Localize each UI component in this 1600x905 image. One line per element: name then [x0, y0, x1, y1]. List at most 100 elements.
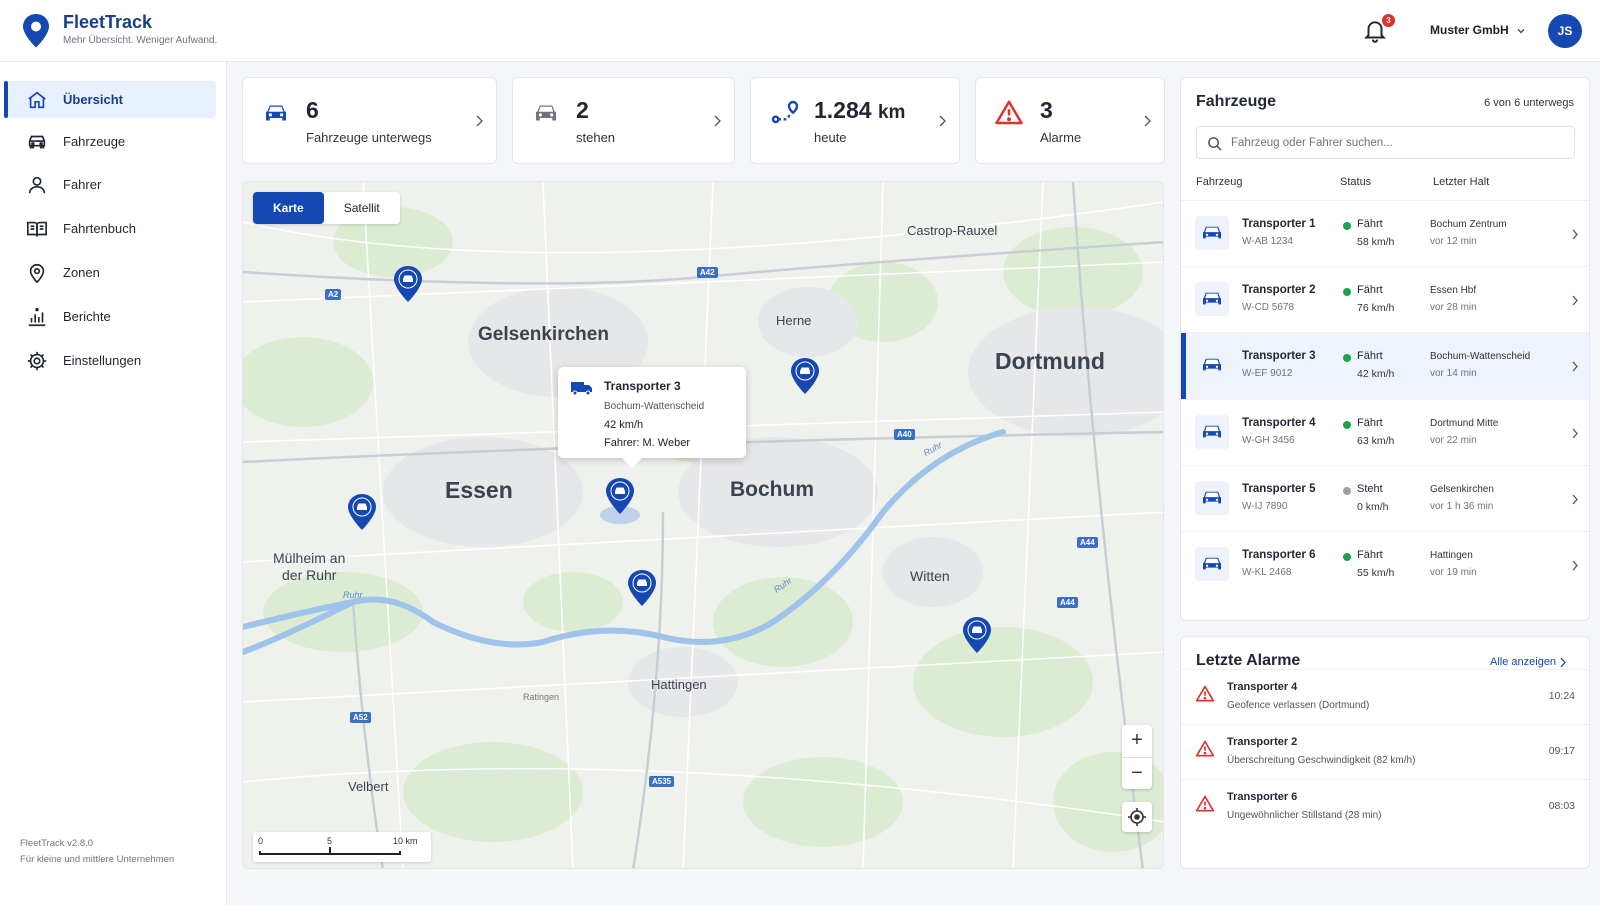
- vehicle-row[interactable]: Transporter 1 W-AB 1234 Fährt 58 km/h Bochum…: [1181, 200, 1589, 267]
- vehicle-pin-icon[interactable]: [627, 569, 657, 607]
- stat-card-stehen[interactable]: 2 stehen: [512, 77, 735, 164]
- search-input[interactable]: [1231, 134, 1561, 152]
- car-icon: [1203, 292, 1221, 305]
- vehicle-row[interactable]: Transporter 5 W-IJ 7890 Steht 0 km/h Gelsenk…: [1181, 465, 1589, 532]
- last-stop: Essen Hbf: [1430, 285, 1477, 296]
- vehicle-pin-icon[interactable]: [962, 616, 992, 654]
- vehicle-pin-icon[interactable]: [790, 357, 820, 395]
- app-version: FleetTrack v2.8.0: [20, 838, 94, 849]
- alarm-vehicle: Transporter 6: [1227, 791, 1298, 803]
- location-pin-icon: [29, 263, 45, 284]
- tab-satellit[interactable]: Satellit: [324, 192, 400, 224]
- column-header: Status: [1340, 176, 1372, 188]
- sidebar-item-zonen[interactable]: Zonen: [4, 254, 216, 291]
- fleet-map[interactable]: Castrop-Rauxel Gelsenkirchen Herne Dortm…: [242, 181, 1164, 869]
- sidebar-item-fahrtenbuch[interactable]: Fahrtenbuch: [4, 210, 216, 247]
- vehicle-name: Transporter 5: [1242, 483, 1316, 495]
- popup-location: Bochum-Wattenscheid: [604, 401, 705, 412]
- vehicle-popup: Transporter 3 Bochum-Wattenscheid 42 km/…: [558, 367, 746, 468]
- map-scale: 0 5 10 km: [253, 832, 431, 862]
- vehicle-pin-icon[interactable]: [347, 493, 377, 531]
- sidebar-item-fahrzeuge[interactable]: Fahrzeuge: [4, 123, 216, 160]
- sidebar-item-label: Fahrzeuge: [63, 134, 126, 149]
- brand-name[interactable]: FleetTrack: [63, 12, 152, 33]
- last-stop: Gelsenkirchen: [1430, 484, 1494, 495]
- road-label: A40: [894, 429, 915, 440]
- vehicle-plate: W-EF 9012: [1242, 368, 1293, 379]
- vehicle-row[interactable]: Transporter 4 W-GH 3456 Fährt 63 km/h Dortmu…: [1181, 399, 1589, 466]
- alarm-row[interactable]: Transporter 4 Geofence verlassen (Dortmun…: [1181, 669, 1589, 725]
- alarm-row[interactable]: Transporter 6 Ungewöhnlicher Stillstand (…: [1181, 779, 1589, 835]
- show-all-alarms-link[interactable]: Alle anzeigen: [1490, 656, 1556, 668]
- chevron-right-icon[interactable]: [1559, 657, 1567, 668]
- status-dot: [1343, 222, 1351, 230]
- alarm-description: Geofence verlassen (Dortmund): [1227, 700, 1370, 711]
- home-icon: [28, 91, 46, 109]
- alarm-vehicle: Transporter 4: [1227, 681, 1298, 693]
- tab-karte[interactable]: Karte: [253, 192, 324, 224]
- vehicle-status: Fährt: [1357, 284, 1383, 296]
- vehicle-icon-box: [1195, 481, 1229, 515]
- stat-card-km[interactable]: 1.284 km heute: [750, 77, 960, 164]
- logo-pin-icon: [23, 14, 49, 48]
- last-stop-time: vor 22 min: [1430, 435, 1477, 446]
- vehicle-name: Transporter 4: [1242, 417, 1316, 429]
- active-indicator: [4, 81, 8, 118]
- vehicle-plate: W-IJ 7890: [1242, 501, 1288, 512]
- sidebar-item-label: Fahrtenbuch: [63, 221, 136, 236]
- sidebar-item-einstellungen[interactable]: Einstellungen: [4, 342, 216, 379]
- alarm-time: 08:03: [1548, 800, 1575, 812]
- city-label: Herne: [776, 313, 812, 328]
- warning-icon: [1195, 740, 1215, 757]
- vehicle-row[interactable]: Transporter 3 W-EF 9012 Fährt 42 km/h Bochum…: [1181, 332, 1589, 400]
- locate-button[interactable]: [1122, 802, 1152, 832]
- sidebar-item-fahrer[interactable]: Fahrer: [4, 166, 216, 203]
- stat-value-unit: km: [877, 102, 906, 123]
- scale-mid: 5: [327, 836, 333, 846]
- alarm-description: Überschreitung Geschwindigkeit (82 km/h): [1227, 755, 1416, 766]
- stat-card-unterwegs[interactable]: 6 Fahrzeuge unterwegs: [242, 77, 497, 164]
- vehicle-plate: W-KL 2468: [1242, 567, 1292, 578]
- selected-vehicle-pin-icon[interactable]: [598, 477, 642, 525]
- vehicle-row[interactable]: Transporter 2 W-CD 5678 Fährt 76 km/h Essen …: [1181, 266, 1589, 333]
- chevron-down-icon[interactable]: [1516, 26, 1526, 36]
- car-icon: [536, 105, 556, 121]
- last-stop: Bochum Zentrum: [1430, 219, 1507, 230]
- zoom-control: + −: [1122, 725, 1152, 789]
- company-switcher[interactable]: Muster GmbH: [1430, 23, 1509, 37]
- car-icon: [1203, 491, 1221, 504]
- sidebar-item-label: Berichte: [63, 309, 111, 324]
- warning-icon: [995, 100, 1023, 125]
- truck-icon: [571, 382, 592, 396]
- vehicle-speed: 58 km/h: [1357, 236, 1395, 248]
- zoom-in-button[interactable]: +: [1122, 725, 1152, 757]
- zoom-out-button[interactable]: −: [1122, 758, 1152, 790]
- chevron-right-icon: [1572, 560, 1578, 571]
- sidebar-item-uebersicht[interactable]: Übersicht: [4, 81, 216, 118]
- road-label: A44: [1057, 597, 1078, 608]
- car-icon: [28, 135, 46, 149]
- search-icon: [1208, 137, 1222, 151]
- city-label: Hattingen: [651, 677, 707, 692]
- city-label: Essen: [445, 477, 513, 503]
- vehicle-count: 6 von 6 unterwegs: [1484, 97, 1574, 109]
- vehicle-search[interactable]: [1196, 126, 1575, 159]
- last-stop-time: vor 1 h 36 min: [1430, 501, 1494, 512]
- status-dot: [1343, 487, 1351, 495]
- warning-icon: [1195, 685, 1215, 702]
- user-avatar[interactable]: JS: [1548, 14, 1582, 48]
- column-header: Letzter Halt: [1433, 176, 1490, 188]
- route-icon: [771, 100, 799, 124]
- vehicle-pin-icon[interactable]: [393, 265, 423, 303]
- vehicle-plate: W-GH 3456: [1242, 435, 1295, 446]
- vehicle-row[interactable]: Transporter 6 W-KL 2468 Fährt 55 km/h Hattin…: [1181, 531, 1589, 598]
- city-label: Witten: [910, 568, 950, 584]
- sidebar-item-berichte[interactable]: Berichte: [4, 298, 216, 335]
- stat-label: Alarme: [1040, 130, 1082, 145]
- stat-card-alarme[interactable]: 3 Alarme: [975, 77, 1165, 164]
- stat-label: stehen: [576, 130, 616, 145]
- popup-title: Transporter 3: [604, 379, 681, 393]
- city-label: Gelsenkirchen: [478, 324, 609, 345]
- alarm-row[interactable]: Transporter 2 Überschreitung Geschwindigk…: [1181, 724, 1589, 780]
- popup-speed: 42 km/h: [604, 419, 644, 431]
